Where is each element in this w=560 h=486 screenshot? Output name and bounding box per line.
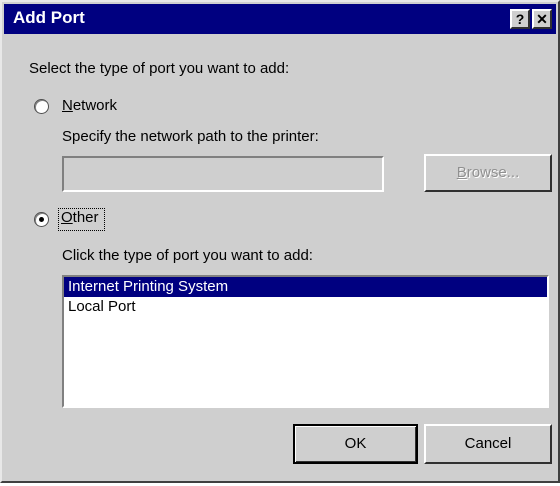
network-access-key: N (62, 97, 73, 114)
other-access-key: O (61, 209, 73, 226)
question-mark-icon: ? (515, 11, 525, 27)
network-path-input[interactable] (62, 156, 384, 192)
other-radio[interactable] (34, 212, 49, 227)
list-item-internet-printing-system[interactable]: Internet Printing System (64, 277, 547, 297)
network-radio[interactable] (34, 99, 49, 114)
other-label-text: ther (72, 209, 99, 226)
network-path-label: Specify the network path to the printer: (62, 128, 319, 145)
help-button[interactable]: ? (510, 9, 530, 29)
port-type-list-label: Click the type of port you want to add: (62, 247, 313, 264)
title-bar[interactable]: Add Port ? ✕ (4, 4, 556, 34)
network-label-text: etwork (72, 97, 118, 114)
browse-access-key: B (456, 164, 467, 181)
port-type-prompt: Select the type of port you want to add: (29, 60, 290, 77)
browse-button[interactable]: Browse... (424, 154, 552, 192)
ok-button[interactable]: OK (293, 424, 418, 464)
list-item-local-port[interactable]: Local Port (64, 297, 547, 317)
list-item-label: Local Port (68, 298, 136, 315)
list-item-label: Internet Printing System (68, 278, 229, 295)
browse-label-text: rowse... (466, 164, 520, 181)
close-icon: ✕ (536, 11, 548, 27)
close-button[interactable]: ✕ (532, 9, 552, 29)
other-radio-label[interactable]: Other (61, 209, 99, 226)
radio-selected-dot (39, 217, 44, 222)
port-type-listbox[interactable]: Internet Printing System Local Port (62, 275, 549, 408)
network-radio-label[interactable]: Network (62, 97, 117, 114)
cancel-button[interactable]: Cancel (424, 424, 552, 464)
dialog-title: Add Port (13, 8, 85, 27)
add-port-dialog: Add Port ? ✕ Select the type of port you… (0, 0, 560, 483)
